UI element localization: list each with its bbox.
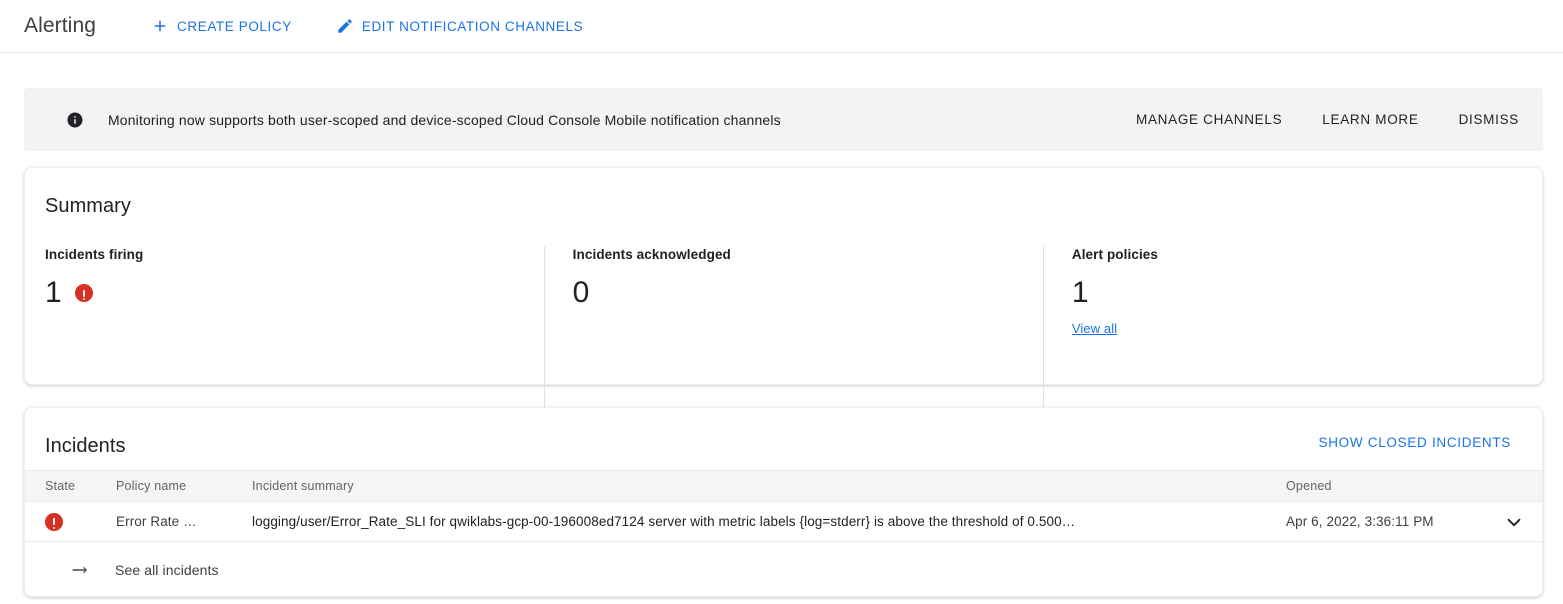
- header-actions: CREATE POLICY EDIT NOTIFICATION CHANNELS: [149, 11, 585, 41]
- create-policy-button[interactable]: CREATE POLICY: [149, 11, 294, 41]
- column-header-policy-name: Policy name: [116, 479, 187, 493]
- alert-policies-label: Alert policies: [1071, 247, 1159, 262]
- alert-policies-value-row: 1: [1072, 276, 1518, 310]
- incidents-card: Incidents SHOW CLOSED INCIDENTS State Po…: [24, 407, 1543, 597]
- learn-more-button[interactable]: LEARN MORE: [1322, 104, 1418, 135]
- notification-banner: Monitoring now supports both user-scoped…: [24, 88, 1543, 151]
- banner-message: Monitoring now supports both user-scoped…: [108, 111, 781, 128]
- incident-summary: logging/user/Error_Rate_SLI for qwiklabs…: [252, 514, 1076, 529]
- banner-actions: MANAGE CHANNELS LEARN MORE DISMISS: [1096, 104, 1519, 135]
- incidents-table: State Policy name Incident summary Opene…: [25, 470, 1542, 542]
- incident-opened: Apr 6, 2022, 3:36:11 PM: [1286, 514, 1434, 529]
- incidents-firing-label: Incidents firing: [45, 247, 144, 262]
- chevron-down-icon: [1503, 511, 1525, 533]
- see-all-incidents-link[interactable]: See all incidents: [25, 543, 1542, 596]
- column-header-incident-summary: Incident summary: [252, 479, 354, 493]
- create-policy-label: CREATE POLICY: [177, 18, 292, 34]
- column-header-opened: Opened: [1286, 479, 1332, 493]
- alert-policies-value: 1: [1071, 276, 1089, 309]
- edit-notification-channels-label: EDIT NOTIFICATION CHANNELS: [361, 18, 584, 34]
- page-title: Alerting: [24, 14, 97, 37]
- summary-incidents-acknowledged: Incidents acknowledged 0: [543, 246, 1043, 410]
- incidents-firing-value: 1: [45, 276, 62, 309]
- error-icon: [45, 512, 63, 531]
- table-row[interactable]: Error Rate … logging/user/Error_Rate_SLI…: [25, 502, 1542, 542]
- incident-policy-name: Error Rate …: [116, 514, 197, 529]
- incidents-acknowledged-value-row: 0: [573, 276, 1019, 310]
- alerting-page: Alerting CREATE POLICY EDIT NOTIFICATION…: [0, 0, 1563, 604]
- manage-channels-button[interactable]: MANAGE CHANNELS: [1136, 104, 1282, 135]
- plus-icon: [151, 17, 169, 35]
- column-header-state: State: [45, 479, 76, 493]
- incidents-heading: Incidents: [45, 435, 126, 457]
- pencil-icon: [336, 17, 354, 35]
- see-all-incidents-label: See all incidents: [115, 562, 219, 578]
- incidents-acknowledged-label: Incidents acknowledged: [572, 247, 731, 262]
- summary-columns: Incidents firing 1 Incidents acknowledge…: [45, 246, 1542, 410]
- show-closed-incidents-button[interactable]: SHOW CLOSED INCIDENTS: [1319, 435, 1511, 450]
- page-header: Alerting CREATE POLICY EDIT NOTIFICATION…: [0, 0, 1563, 53]
- info-icon: [66, 111, 84, 129]
- view-all-policies-link[interactable]: View all: [1072, 321, 1117, 336]
- summary-alert-policies: Alert policies 1 View all: [1042, 246, 1542, 410]
- expand-row-button[interactable]: [1486, 511, 1542, 533]
- summary-incidents-firing: Incidents firing 1: [45, 246, 544, 410]
- summary-card: Summary Incidents firing 1 Incidents ack…: [24, 167, 1543, 410]
- dismiss-button[interactable]: DISMISS: [1459, 104, 1519, 135]
- table-header-row: State Policy name Incident summary Opene…: [25, 470, 1542, 502]
- incidents-acknowledged-value: 0: [572, 276, 590, 309]
- error-icon: [74, 284, 93, 302]
- incidents-firing-value-row: 1: [45, 276, 520, 310]
- arrow-right-icon: [69, 559, 91, 581]
- incident-state-cell: [25, 512, 116, 531]
- edit-notification-channels-button[interactable]: EDIT NOTIFICATION CHANNELS: [334, 11, 585, 41]
- summary-heading: Summary: [45, 195, 131, 217]
